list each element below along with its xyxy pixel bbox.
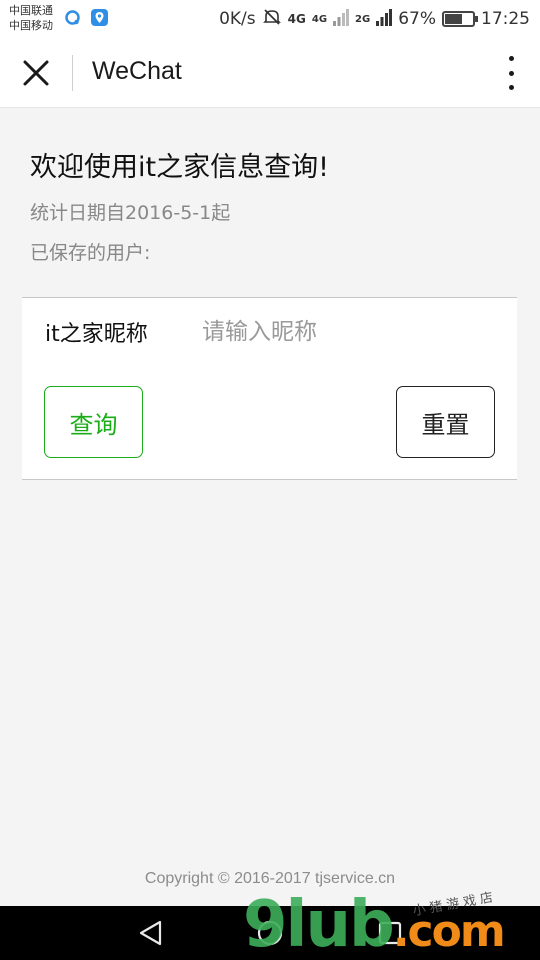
- status-right: 0K/s 4G 4G 2G 67% 17:25: [219, 7, 530, 31]
- page-title: WeChat: [92, 57, 182, 85]
- stat-date-text: 统计日期自2016-5-1起: [30, 202, 231, 224]
- carrier-2: 中国移动: [9, 19, 53, 32]
- more-vertical-icon-dot: [508, 56, 514, 61]
- query-button[interactable]: 查询: [44, 386, 143, 458]
- net-speed: 0K/s: [219, 9, 256, 29]
- app-header: WeChat: [0, 38, 540, 108]
- copyright-footer: Copyright © 2016-2017 tjservice.cn: [144, 870, 396, 887]
- more-vertical-icon-dot: [508, 85, 514, 90]
- nickname-label: it之家昵称: [45, 322, 148, 347]
- network-2g-label: 2G: [355, 13, 371, 25]
- battery-icon: [442, 11, 478, 27]
- header-divider: [72, 55, 73, 91]
- more-options-button[interactable]: [506, 56, 516, 90]
- carrier-info: 中国联通 中国移动: [9, 3, 53, 33]
- signal-icon-2: [376, 8, 393, 31]
- battery-percent: 67%: [398, 9, 436, 29]
- carrier-1: 中国联通: [9, 4, 53, 17]
- watermark-domain: .com: [392, 906, 506, 957]
- back-triangle-icon: [139, 920, 162, 946]
- welcome-heading: 欢迎使用it之家信息查询!: [30, 152, 329, 183]
- nav-back-button[interactable]: [136, 918, 166, 948]
- watermark-main: 9lub: [243, 888, 395, 960]
- query-form: it之家昵称 查询 重置: [22, 297, 517, 480]
- close-icon: [23, 60, 49, 86]
- clock: 17:25: [481, 9, 530, 29]
- close-button[interactable]: [18, 55, 54, 91]
- status-bar: 中国联通 中国移动 0K/s 4G 4G 2G 67% 17:25: [0, 0, 540, 38]
- mute-icon: [262, 7, 282, 32]
- network-4g-label: 4G: [287, 12, 306, 26]
- location-app-icon: [91, 9, 108, 26]
- saved-users-label: 已保存的用户:: [30, 242, 151, 264]
- notification-app-icon: [64, 9, 81, 26]
- signal-icon: [333, 8, 350, 31]
- more-vertical-icon-dot: [508, 70, 514, 76]
- reset-button[interactable]: 重置: [396, 386, 495, 458]
- network-4g-secondary-label: 4G: [311, 13, 328, 25]
- nickname-input[interactable]: [202, 312, 502, 352]
